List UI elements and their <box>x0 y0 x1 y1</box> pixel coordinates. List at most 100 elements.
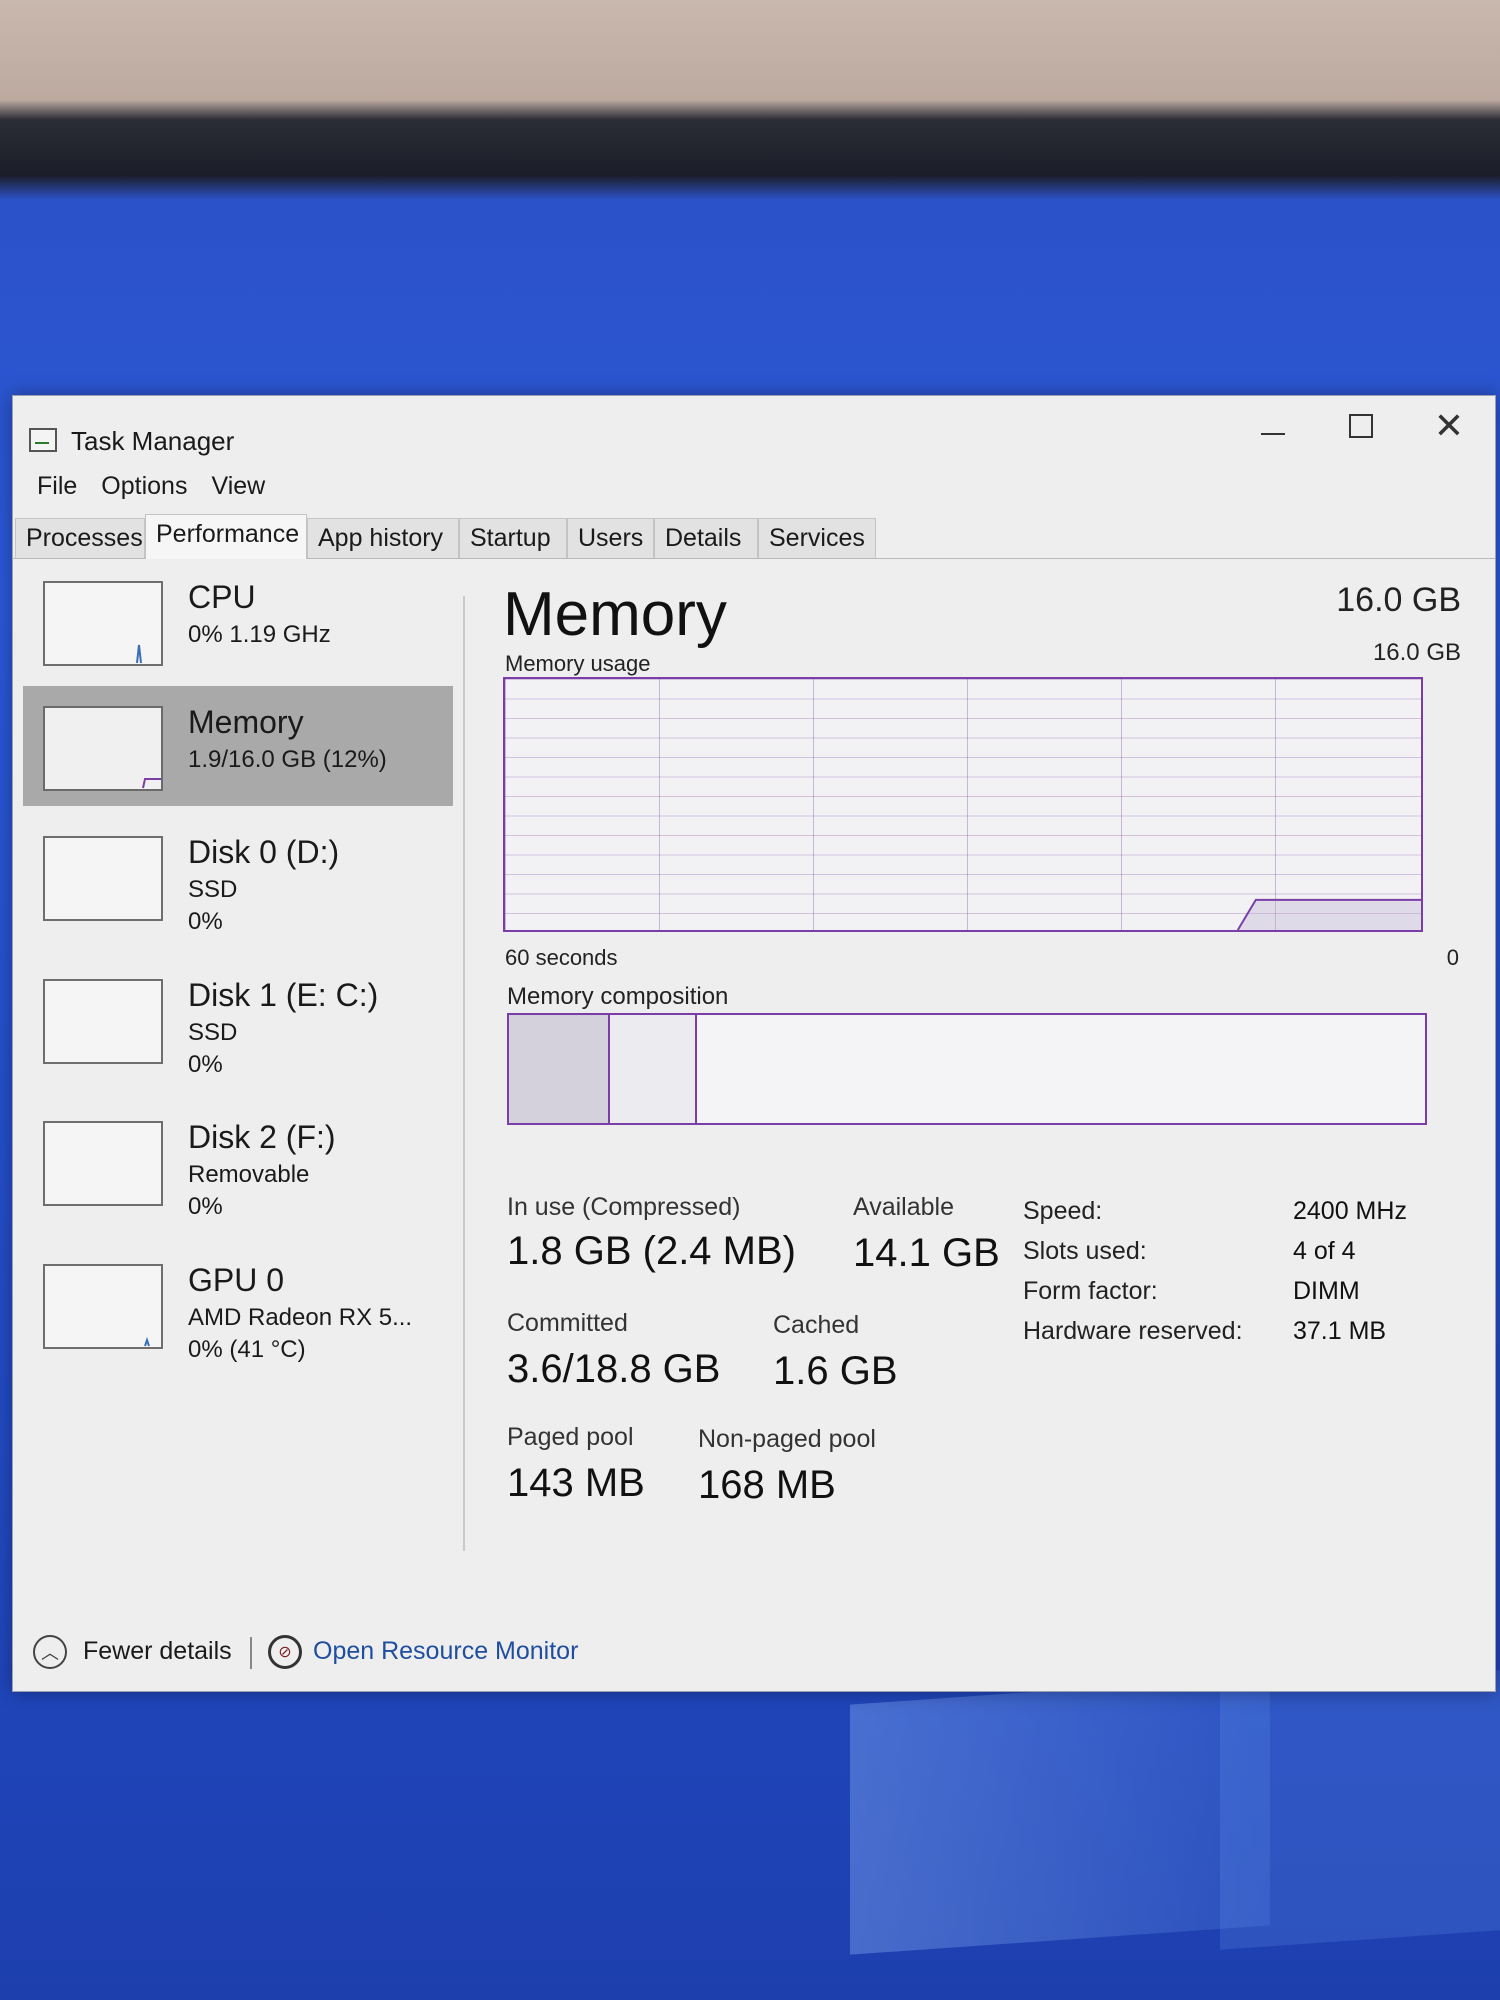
cached-label: Cached <box>773 1311 860 1339</box>
available-label: Available <box>853 1193 955 1221</box>
disk-2-thumbnail-graph <box>43 1121 163 1206</box>
memory-sparkline <box>142 778 161 789</box>
minimize-button[interactable] <box>1229 396 1317 456</box>
minimize-icon <box>1261 433 1285 435</box>
page-title: Memory <box>503 580 727 649</box>
disk-usage: 0% <box>188 908 223 935</box>
disk-type: SSD <box>188 876 238 903</box>
paged-pool-value: 143 MB <box>507 1461 645 1505</box>
menu-file[interactable]: File <box>25 468 89 504</box>
window-title: Task Manager <box>71 426 235 456</box>
in-use-value: 1.8 GB (2.4 MB) <box>507 1229 796 1273</box>
slots-used-label: Slots used: <box>1023 1237 1147 1265</box>
cpu-thumbnail-graph <box>43 581 163 666</box>
memory-usage-area <box>1237 899 1421 930</box>
tab-app-history[interactable]: App history <box>307 518 459 558</box>
graph-time-label: 60 seconds <box>505 945 618 970</box>
sidebar-item-disk-0[interactable]: Disk 0 (D:) SSD 0% <box>23 816 453 936</box>
form-factor-label: Form factor: <box>1023 1277 1158 1305</box>
memory-thumbnail-graph <box>43 706 163 791</box>
menu-view[interactable]: View <box>199 468 277 504</box>
sidebar-item-detail: Removable 0% <box>188 1159 309 1223</box>
sidebar-item-label: Memory <box>188 704 304 740</box>
non-paged-pool-label: Non-paged pool <box>698 1425 876 1453</box>
sidebar-item-detail: 0% 1.19 GHz <box>188 621 331 648</box>
memory-panel: Memory 16.0 GB Memory usage 16.0 GB 60 s… <box>503 561 1463 1541</box>
hardware-reserved-label: Hardware reserved: <box>1023 1317 1243 1345</box>
maximize-icon <box>1349 414 1373 438</box>
task-manager-icon <box>29 428 57 452</box>
tab-processes[interactable]: Processes <box>15 518 145 558</box>
disk-type: Removable <box>188 1161 310 1188</box>
tab-performance[interactable]: Performance <box>145 514 307 559</box>
graph-zero-label: 0 <box>1446 945 1459 970</box>
tab-details[interactable]: Details <box>654 518 758 558</box>
disk-type: SSD <box>188 1019 238 1046</box>
disk-usage: 0% <box>188 1193 223 1220</box>
memory-composition-label: Memory composition <box>507 983 729 1010</box>
sidebar-item-label: Disk 0 (D:) <box>188 834 340 870</box>
tab-startup[interactable]: Startup <box>459 518 567 558</box>
gpu-sparkline <box>144 1336 150 1347</box>
disk-usage: 0% <box>188 1051 223 1078</box>
form-factor-value: DIMM <box>1293 1277 1360 1305</box>
gpu-thumbnail-graph <box>43 1264 163 1349</box>
memory-usage-graph <box>503 677 1423 932</box>
sidebar-item-label: Disk 1 (E: C:) <box>188 977 379 1013</box>
menu-bar: File Options View <box>25 468 277 504</box>
sidebar-item-detail: AMD Radeon RX 5... 0% (41 °C) <box>188 1302 412 1366</box>
menu-options[interactable]: Options <box>89 468 199 504</box>
close-icon: ✕ <box>1433 405 1465 446</box>
sidebar-item-detail: SSD 0% <box>188 874 237 938</box>
paged-pool-label: Paged pool <box>507 1423 634 1451</box>
composition-modified-segment <box>609 1015 697 1123</box>
chevron-up-icon[interactable]: ︿ <box>33 1635 67 1669</box>
cpu-sparkline <box>136 644 142 664</box>
footer-separator <box>250 1637 252 1669</box>
available-value: 14.1 GB <box>853 1231 1000 1275</box>
close-button[interactable]: ✕ <box>1405 396 1493 456</box>
open-resource-monitor-link[interactable]: Open Resource Monitor <box>313 1637 578 1666</box>
sidebar-item-disk-2[interactable]: Disk 2 (F:) Removable 0% <box>23 1101 453 1221</box>
memory-usage-max: 16.0 GB <box>1372 639 1461 666</box>
maximize-button[interactable] <box>1317 396 1405 456</box>
slots-used-value: 4 of 4 <box>1293 1237 1356 1265</box>
memory-composition-bar <box>507 1013 1427 1125</box>
sidebar-item-cpu[interactable]: CPU 0% 1.19 GHz <box>23 561 453 681</box>
sidebar-divider <box>463 596 465 1551</box>
sidebar-item-detail: SSD 0% <box>188 1017 237 1081</box>
disk-0-thumbnail-graph <box>43 836 163 921</box>
resource-sidebar: CPU 0% 1.19 GHz Memory 1.9/16.0 GB (12%)… <box>13 561 453 1541</box>
memory-usage-label: Memory usage <box>505 651 651 676</box>
sidebar-item-gpu-0[interactable]: GPU 0 AMD Radeon RX 5... 0% (41 °C) <box>23 1244 453 1364</box>
gpu-model: AMD Radeon RX 5... <box>188 1304 413 1331</box>
non-paged-pool-value: 168 MB <box>698 1463 836 1507</box>
tab-users[interactable]: Users <box>567 518 654 558</box>
footer: ︿ Fewer details ⊘ Open Resource Monitor <box>13 1611 1495 1691</box>
speed-label: Speed: <box>1023 1197 1103 1225</box>
resource-monitor-icon[interactable]: ⊘ <box>268 1635 302 1669</box>
speed-value: 2400 MHz <box>1293 1197 1407 1225</box>
desktop-wallpaper-light <box>850 1675 1270 1955</box>
memory-usage-plot <box>1236 898 1421 930</box>
sidebar-item-detail: 1.9/16.0 GB (12%) <box>188 746 387 773</box>
fewer-details-link[interactable]: Fewer details <box>83 1637 232 1666</box>
sidebar-item-label: Disk 2 (F:) <box>188 1119 336 1155</box>
in-use-label: In use (Compressed) <box>507 1193 741 1221</box>
sidebar-item-label: GPU 0 <box>188 1262 285 1298</box>
composition-in-use-segment <box>509 1015 610 1123</box>
committed-label: Committed <box>507 1309 628 1337</box>
task-manager-window: Task Manager ✕ File Options View Process… <box>12 395 1496 1692</box>
cached-value: 1.6 GB <box>773 1349 898 1393</box>
desktop-wallpaper-light <box>1220 1670 1500 1950</box>
memory-total: 16.0 GB <box>1336 581 1461 619</box>
committed-value: 3.6/18.8 GB <box>507 1347 721 1391</box>
hardware-reserved-value: 37.1 MB <box>1293 1317 1387 1345</box>
gpu-usage: 0% (41 °C) <box>188 1336 306 1363</box>
tab-services[interactable]: Services <box>758 518 876 558</box>
sidebar-item-memory[interactable]: Memory 1.9/16.0 GB (12%) <box>23 686 453 806</box>
sidebar-item-label: CPU <box>188 579 256 615</box>
sidebar-item-disk-1[interactable]: Disk 1 (E: C:) SSD 0% <box>23 959 453 1079</box>
tab-bar: Processes Performance App history Startu… <box>13 514 1495 559</box>
title-bar[interactable]: Task Manager ✕ <box>13 396 1495 456</box>
